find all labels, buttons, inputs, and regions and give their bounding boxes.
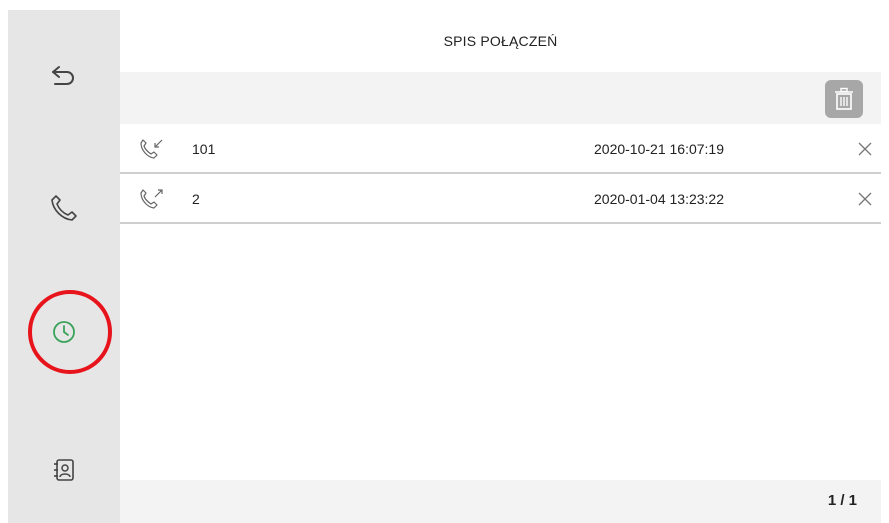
call-log-panel: SPIS POŁĄCZEŃ 101 2020-10-21 16:07:19 2 … <box>120 10 881 523</box>
close-icon[interactable] <box>858 192 872 206</box>
close-icon[interactable] <box>858 142 872 156</box>
outgoing-call-icon <box>140 189 163 209</box>
call-row[interactable]: 101 2020-10-21 16:07:19 <box>120 124 881 174</box>
clock-icon <box>53 321 75 343</box>
call-history-button[interactable] <box>8 292 120 372</box>
call-number: 101 <box>192 141 216 157</box>
contacts-button[interactable] <box>8 430 120 510</box>
call-datetime: 2020-10-21 16:07:19 <box>594 141 724 157</box>
back-arrow-icon <box>52 66 74 85</box>
trash-icon <box>835 87 853 110</box>
call-button[interactable] <box>8 168 120 248</box>
contacts-book-icon <box>54 459 74 481</box>
back-button[interactable] <box>8 38 120 118</box>
phone-icon <box>51 195 77 221</box>
footer: 1 / 1 <box>120 480 881 523</box>
call-datetime: 2020-01-04 13:23:22 <box>594 191 724 207</box>
call-number: 2 <box>192 191 200 207</box>
incoming-call-icon <box>140 139 163 159</box>
call-list: 101 2020-10-21 16:07:19 2 2020-01-04 13:… <box>120 124 881 224</box>
call-row[interactable]: 2 2020-01-04 13:23:22 <box>120 174 881 224</box>
sidebar <box>8 10 120 523</box>
toolbar <box>120 72 881 124</box>
page-indicator: 1 / 1 <box>827 492 857 509</box>
delete-all-button[interactable] <box>825 80 863 118</box>
page-title: SPIS POŁĄCZEŃ <box>443 33 558 49</box>
